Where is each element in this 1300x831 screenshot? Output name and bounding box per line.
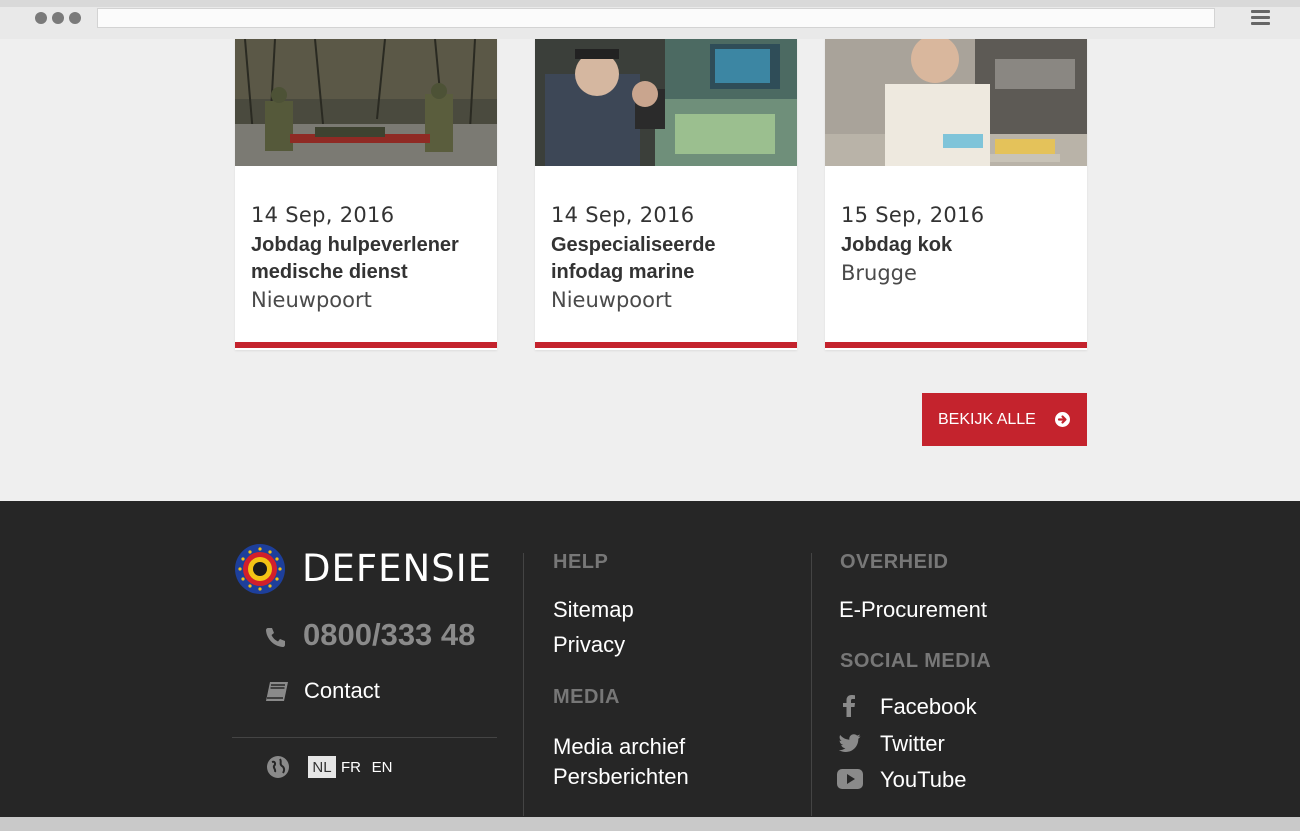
event-title[interactable]: Jobdag hulpeverlener medische dienst <box>251 232 491 286</box>
event-date: 14 Sep, 2016 <box>551 203 695 227</box>
facebook-icon[interactable] <box>842 695 856 721</box>
media-heading: MEDIA <box>553 686 620 708</box>
language-nl[interactable]: NL <box>308 756 336 778</box>
event-title-line-1: Gespecialiseerde <box>551 234 716 256</box>
help-heading: HELP <box>553 551 609 573</box>
browser-top-strip <box>0 0 1300 7</box>
language-en[interactable]: EN <box>371 756 393 778</box>
event-card[interactable]: 14 Sep, 2016 Gespecialiseerde infodag ma… <box>535 39 797 350</box>
twitter-link[interactable]: Twitter <box>880 731 945 757</box>
event-title[interactable]: Jobdag kok <box>841 232 1081 259</box>
event-place: Nieuwpoort <box>551 288 672 312</box>
event-place: Nieuwpoort <box>251 288 372 312</box>
language-fr[interactable]: FR <box>340 756 362 778</box>
event-title-line-2: medische dienst <box>251 261 408 283</box>
event-photo-medical <box>235 39 497 166</box>
browser-chrome <box>0 0 1300 39</box>
privacy-link[interactable]: Privacy <box>553 632 625 658</box>
facebook-link[interactable]: Facebook <box>880 694 977 720</box>
menu-icon[interactable] <box>1251 10 1270 26</box>
twitter-icon[interactable] <box>838 734 861 756</box>
view-all-button[interactable]: BEKIJK ALLE <box>922 393 1087 446</box>
event-photo-cook <box>825 39 1087 166</box>
press-releases-link[interactable]: Persberichten <box>553 764 689 790</box>
e-procurement-link[interactable]: E-Procurement <box>839 597 987 623</box>
social-media-heading: SOCIAL MEDIA <box>840 650 992 672</box>
event-photo-marine <box>535 39 797 166</box>
window-dot-3[interactable] <box>69 12 81 24</box>
card-accent-bar <box>825 342 1087 348</box>
book-icon <box>265 681 289 706</box>
page-bottom-strip <box>0 817 1300 831</box>
window-dot-1[interactable] <box>35 12 47 24</box>
brand-name[interactable]: DEFENSIE <box>302 547 492 590</box>
globe-icon <box>267 756 289 782</box>
window-dot-2[interactable] <box>52 12 64 24</box>
event-card[interactable]: 14 Sep, 2016 Jobdag hulpeverlener medisc… <box>235 39 497 350</box>
event-date: 14 Sep, 2016 <box>251 203 395 227</box>
defensie-logo-emblem[interactable] <box>235 544 285 594</box>
card-accent-bar <box>235 342 497 348</box>
view-all-label: BEKIJK ALLE <box>938 410 1036 428</box>
event-title-line-1: Jobdag hulpeverlener <box>251 234 459 256</box>
media-archive-link[interactable]: Media archief <box>553 734 685 760</box>
footer-column-divider <box>523 553 524 816</box>
card-accent-bar <box>535 342 797 348</box>
phone-icon <box>265 627 286 651</box>
phone-number[interactable]: 0800/333 48 <box>303 617 475 653</box>
event-title-line-2: infodag marine <box>551 261 695 283</box>
footer-column-divider <box>811 553 812 816</box>
event-place: Brugge <box>841 261 917 285</box>
footer-divider <box>232 737 497 738</box>
address-bar[interactable] <box>97 8 1215 28</box>
sitemap-link[interactable]: Sitemap <box>553 597 634 623</box>
event-title-line-1: Jobdag kok <box>841 234 953 256</box>
arrow-circle-right-icon <box>1055 412 1070 427</box>
youtube-link[interactable]: YouTube <box>880 767 966 793</box>
youtube-icon[interactable] <box>837 769 863 793</box>
event-title[interactable]: Gespecialiseerde infodag marine <box>551 232 791 286</box>
event-card[interactable]: 15 Sep, 2016 Jobdag kok Brugge <box>825 39 1087 350</box>
contact-link[interactable]: Contact <box>304 678 380 704</box>
event-date: 15 Sep, 2016 <box>841 203 985 227</box>
overheid-heading: OVERHEID <box>840 551 949 573</box>
window-controls <box>35 12 81 24</box>
